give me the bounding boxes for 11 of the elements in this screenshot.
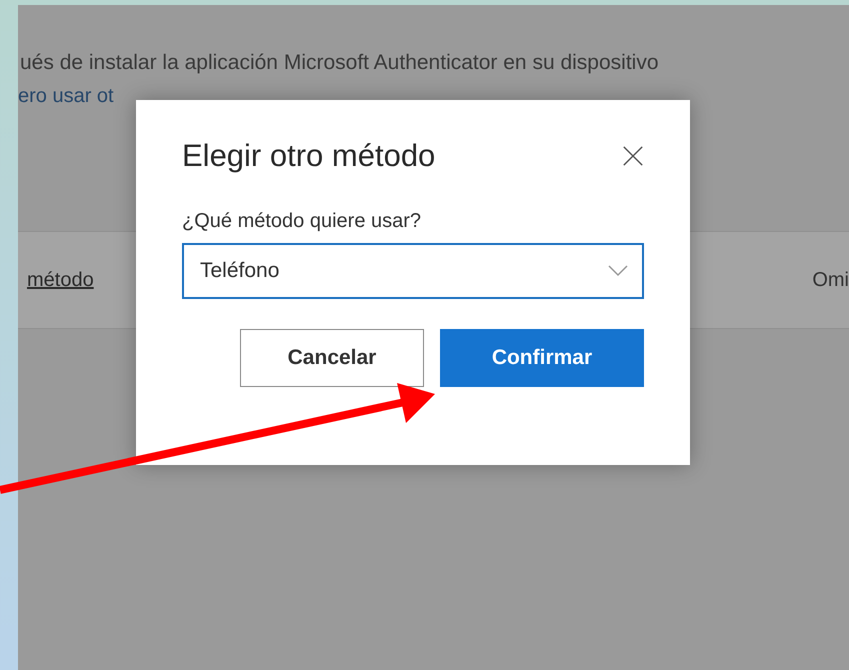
intro-text: ués de instalar la aplicación Microsoft Authenticator en su dispositivo	[19, 51, 660, 75]
dialog-title: Elegir otro método	[182, 138, 436, 174]
confirm-button[interactable]: Confirmar	[440, 329, 644, 387]
skip-link[interactable]: Omi	[812, 268, 849, 292]
caret-icon	[608, 265, 628, 277]
link[interactable]: ero usar ot	[18, 85, 114, 107]
cancel-button[interactable]: Cancelar	[240, 329, 424, 387]
link[interactable]: método	[18, 268, 94, 292]
close-icon[interactable]	[622, 145, 644, 167]
question-label: ¿Qué método quiere usar?	[182, 210, 422, 233]
method-dropdown[interactable]: Teléfono	[182, 243, 644, 299]
